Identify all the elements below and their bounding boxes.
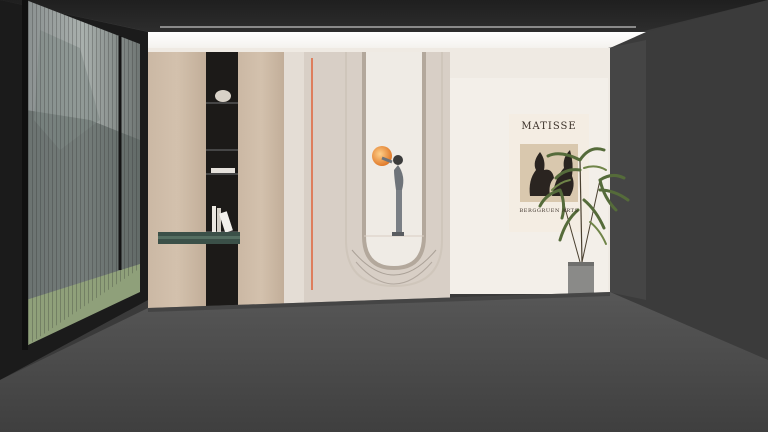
marble-vein	[158, 236, 240, 239]
wood-panel-left	[148, 52, 206, 308]
poster-caption: BERGGRUEN ARTS	[519, 208, 579, 214]
poster-title: MATISSE	[521, 121, 577, 132]
interior-render: MATISSE BERGGRUEN ARTS	[0, 0, 768, 432]
wood-panel-right	[238, 52, 284, 308]
partition-side-face	[284, 52, 304, 310]
window-frame-left	[22, 0, 28, 350]
right-wall-edge	[608, 40, 646, 300]
shelf-box	[211, 168, 235, 173]
room-scene	[0, 0, 768, 432]
vase-icon	[215, 90, 231, 102]
ceiling-light-strip	[148, 32, 646, 48]
